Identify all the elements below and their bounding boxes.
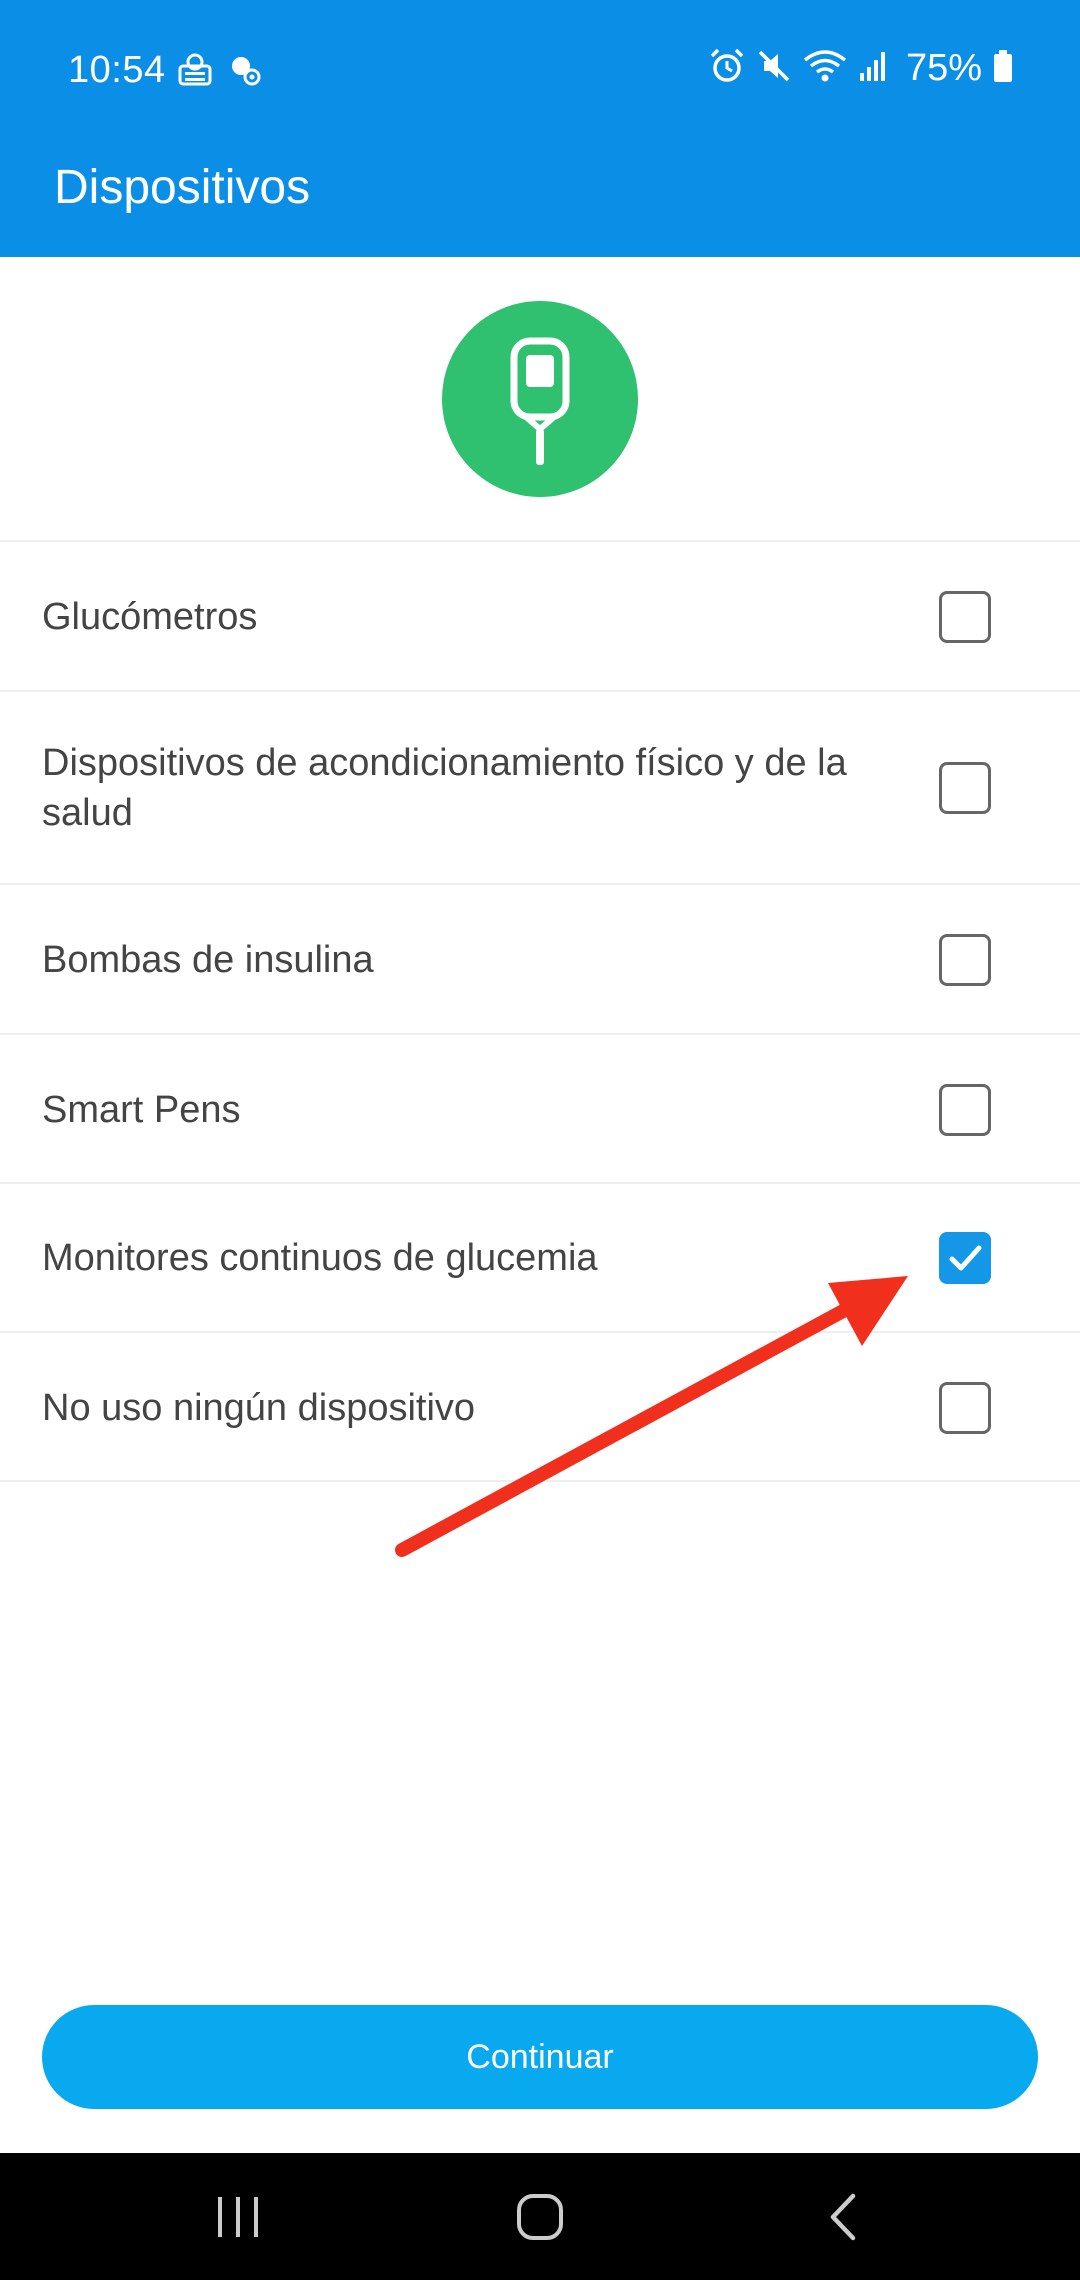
home-button[interactable]	[460, 2153, 620, 2280]
navigation-bar	[0, 2153, 1080, 2280]
device-list: Glucómetros Dispositivos de acondicionam…	[0, 542, 1080, 1482]
status-left-icons	[176, 52, 262, 93]
checkbox-smart-pens[interactable]	[939, 1084, 991, 1136]
recent-apps-icon	[218, 2196, 258, 2237]
battery-icon	[992, 49, 1014, 88]
screen: 10:54 75% Dispositivos Glucómetros Dispo…	[0, 0, 1080, 2280]
checkbox-glucometros[interactable]	[939, 591, 991, 643]
list-item-no-device[interactable]: No uso ningún dispositivo	[0, 1333, 1080, 1482]
back-button[interactable]	[763, 2153, 923, 2280]
status-time: 10:54	[68, 49, 166, 91]
alarm-icon	[708, 47, 746, 90]
checkbox-insulin-pumps[interactable]	[939, 934, 991, 986]
settings-gear-icon	[228, 53, 262, 92]
list-item-label: Dispositivos de acondicionamiento físico…	[42, 742, 847, 834]
battery-percentage: 75%	[905, 47, 982, 89]
list-item-label: Bombas de insulina	[42, 939, 374, 981]
page-title: Dispositivos	[54, 161, 311, 214]
checkbox-no-device[interactable]	[939, 1382, 991, 1434]
notification-app-icon	[176, 52, 214, 93]
glucometer-icon	[442, 301, 638, 497]
continue-button[interactable]: Continuar	[42, 2005, 1038, 2109]
list-item-label: Glucómetros	[42, 596, 258, 638]
checkbox-cgm[interactable]	[939, 1232, 991, 1284]
list-item-fitness-devices[interactable]: Dispositivos de acondicionamiento físico…	[0, 692, 1080, 885]
status-right: 75%	[708, 46, 1014, 90]
mute-icon	[756, 48, 792, 89]
list-item-label: No uso ningún dispositivo	[42, 1387, 476, 1429]
checkbox-fitness-devices[interactable]	[939, 762, 991, 814]
list-item-insulin-pumps[interactable]: Bombas de insulina	[0, 885, 1080, 1035]
device-hero	[0, 257, 1080, 542]
list-item-label: Monitores continuos de glucemia	[42, 1237, 598, 1279]
list-item-smart-pens[interactable]: Smart Pens	[0, 1035, 1080, 1184]
home-icon	[517, 2193, 563, 2240]
back-icon	[830, 2193, 856, 2240]
header: 10:54 75% Dispositivos	[0, 0, 1080, 257]
recent-apps-button[interactable]	[158, 2153, 318, 2280]
status-bar: 10:54 75%	[0, 0, 1080, 140]
list-item-cgm[interactable]: Monitores continuos de glucemia	[0, 1184, 1080, 1333]
checkmark-icon	[949, 1245, 982, 1271]
signal-icon	[858, 49, 890, 88]
wifi-icon	[802, 48, 848, 89]
list-item-glucometros[interactable]: Glucómetros	[0, 542, 1080, 692]
list-item-label: Smart Pens	[42, 1089, 241, 1131]
